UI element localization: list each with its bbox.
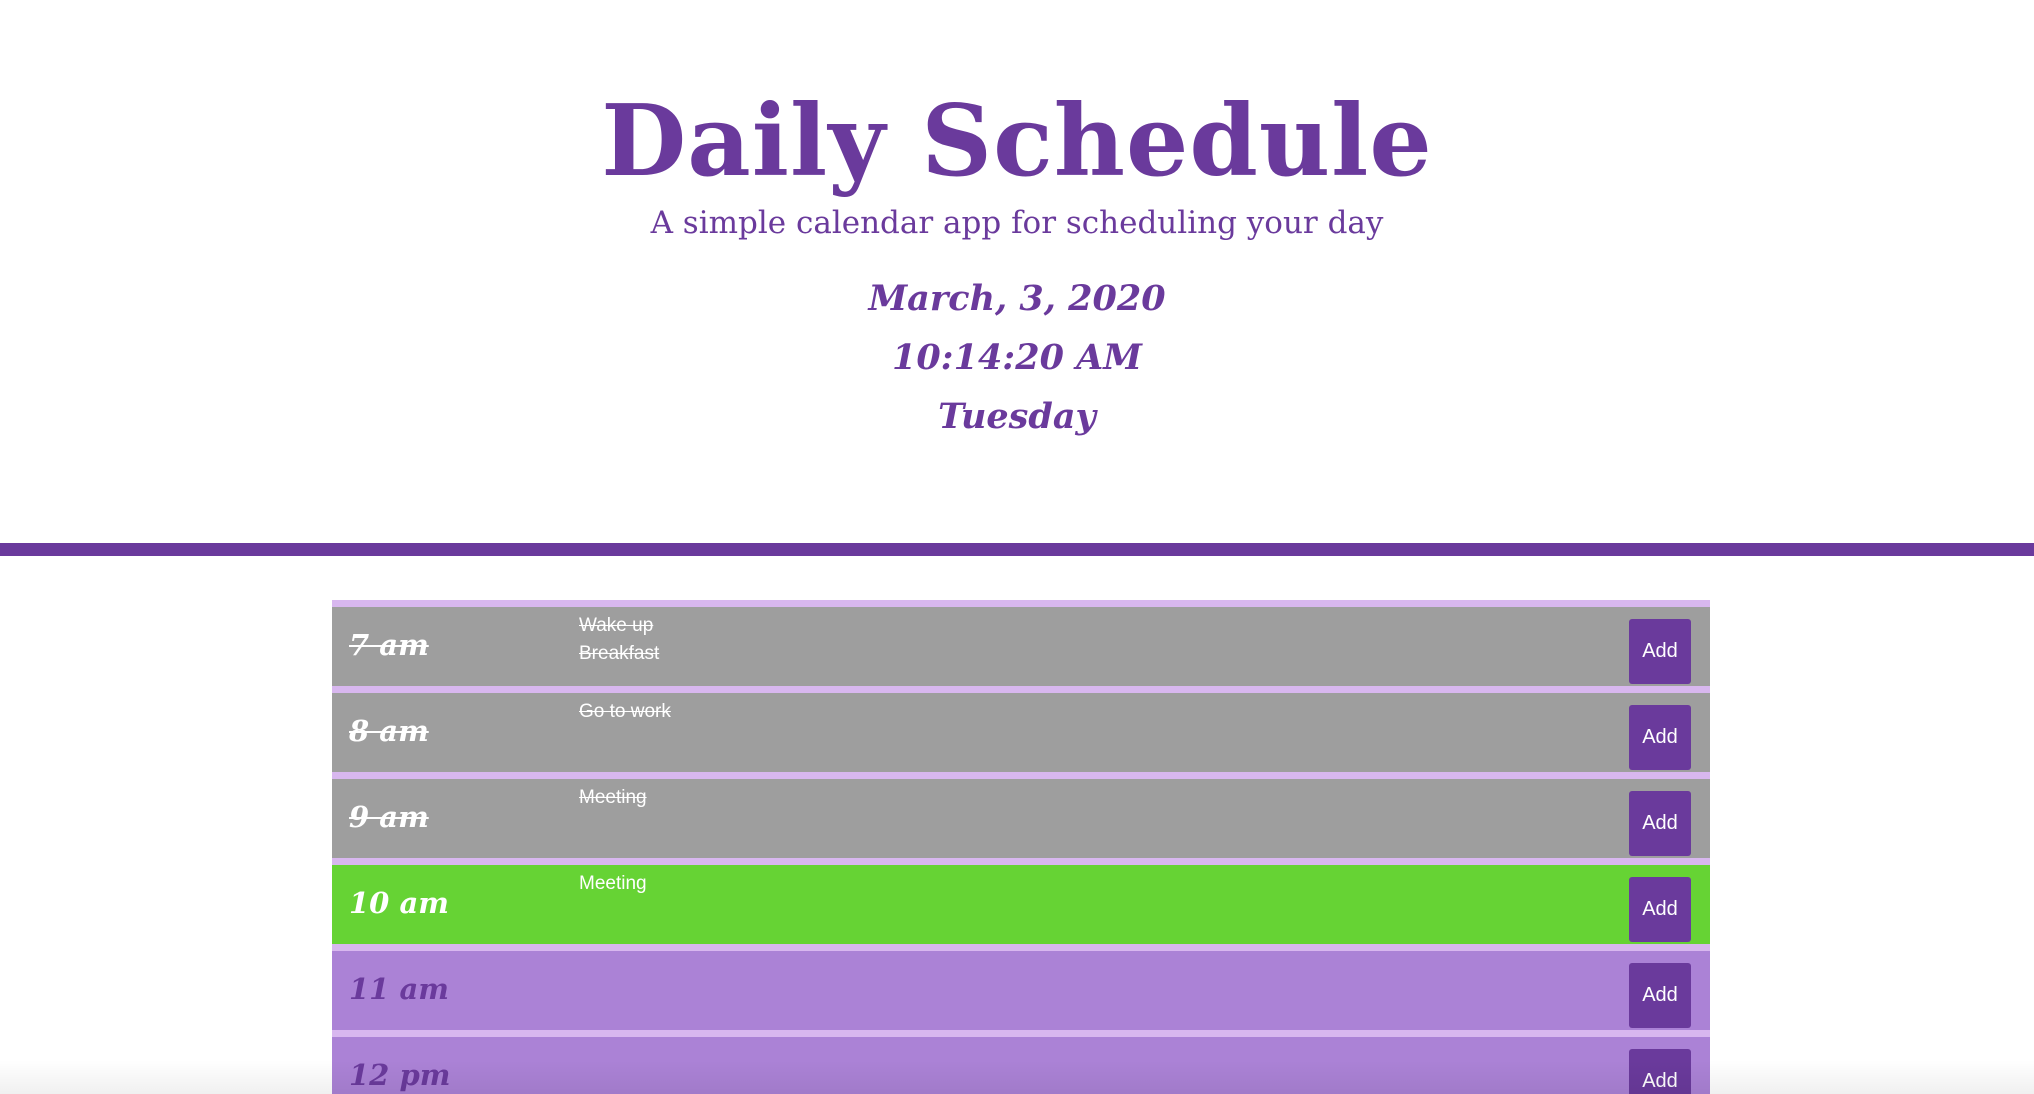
task-list[interactable]: Go to work <box>579 698 671 726</box>
task-item[interactable]: Meeting <box>579 870 647 898</box>
add-button[interactable]: Add <box>1629 963 1691 1028</box>
hour-label: 8 am <box>349 714 429 748</box>
add-button[interactable]: Add <box>1629 877 1691 942</box>
current-day: Tuesday <box>938 396 1096 437</box>
page-title: Daily Schedule <box>601 84 1433 199</box>
time-block-8am[interactable]: 8 am Go to work Add <box>332 686 1710 772</box>
time-block-9am[interactable]: 9 am Meeting Add <box>332 772 1710 858</box>
page-subtitle: A simple calendar app for scheduling you… <box>650 205 1384 241</box>
time-block-10am[interactable]: 10 am Meeting Add <box>332 858 1710 944</box>
add-button[interactable]: Add <box>1629 791 1691 856</box>
schedule-list: 7 am Wake up Breakfast Add 8 am Go to wo… <box>332 600 1710 1094</box>
add-button[interactable]: Add <box>1629 1049 1691 1094</box>
task-list[interactable]: Wake up Breakfast <box>579 612 659 668</box>
time-block-11am[interactable]: 11 am Add <box>332 944 1710 1030</box>
header: Daily Schedule A simple calendar app for… <box>0 0 2034 545</box>
time-block-7am[interactable]: 7 am Wake up Breakfast Add <box>332 600 1710 686</box>
add-button[interactable]: Add <box>1629 619 1691 684</box>
task-list[interactable]: Meeting <box>579 784 647 812</box>
header-divider <box>0 543 2034 556</box>
current-date: March, 3, 2020 <box>868 278 1166 319</box>
hour-label: 9 am <box>349 800 429 834</box>
hour-label: 10 am <box>349 886 449 920</box>
task-item[interactable]: Breakfast <box>579 640 659 668</box>
hour-label: 11 am <box>349 972 449 1006</box>
hour-label: 7 am <box>349 628 429 662</box>
task-item[interactable]: Wake up <box>579 612 659 640</box>
hour-label: 12 pm <box>349 1058 451 1092</box>
task-list[interactable]: Meeting <box>579 870 647 898</box>
time-block-12pm[interactable]: 12 pm Add <box>332 1030 1710 1094</box>
current-time: 10:14:20 AM <box>891 337 1143 378</box>
task-item[interactable]: Go to work <box>579 698 671 726</box>
add-button[interactable]: Add <box>1629 705 1691 770</box>
task-item[interactable]: Meeting <box>579 784 647 812</box>
